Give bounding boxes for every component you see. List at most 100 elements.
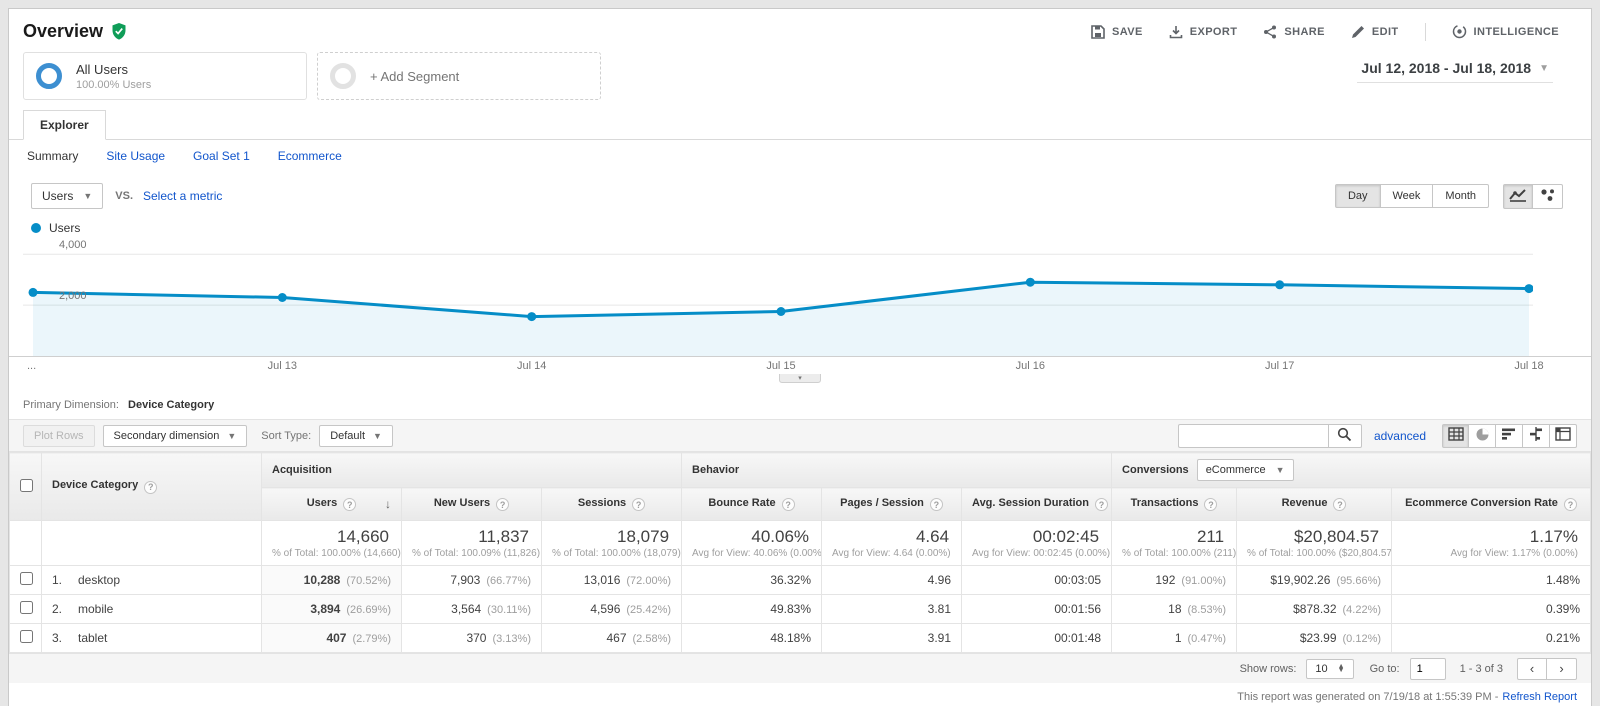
table-toolbar: Plot Rows Secondary dimension ▼ Sort Typ… — [9, 419, 1591, 452]
previous-page-button[interactable]: ‹ — [1517, 658, 1547, 680]
share-button[interactable]: SHARE — [1263, 25, 1325, 39]
totals-revenue: $20,804.57% of Total: 100.00% ($20,804.5… — [1237, 521, 1392, 566]
intelligence-button[interactable]: INTELLIGENCE — [1452, 24, 1559, 39]
segment-bar: All Users 100.00% Users + Add Segment Ju… — [9, 48, 1591, 110]
next-page-button[interactable]: › — [1547, 658, 1577, 680]
sort-type-selector[interactable]: Default ▼ — [319, 425, 393, 447]
x-axis-tick-label: Jul 13 — [252, 360, 312, 372]
totals-sessions: 18,079% of Total: 100.00% (18,079) — [542, 521, 682, 566]
help-icon[interactable] — [496, 498, 509, 511]
column-header-transactions[interactable]: Transactions — [1112, 488, 1237, 521]
header-actions: SAVE EXPORT SHARE EDIT INTELLIGENCE — [1091, 23, 1559, 41]
x-axis-tick-label: Jul 17 — [1250, 360, 1310, 372]
line-chart-view-button[interactable] — [1503, 184, 1533, 209]
help-icon[interactable] — [1204, 498, 1217, 511]
search-button[interactable] — [1328, 424, 1362, 448]
row-checkbox[interactable] — [20, 630, 33, 643]
search-icon — [1337, 427, 1352, 445]
row-checkbox[interactable] — [20, 572, 33, 585]
table-row-mobile: 2.mobile 3,894(26.69%) 3,564(30.11%) 4,5… — [10, 595, 1591, 624]
performance-view-button[interactable] — [1496, 424, 1523, 448]
x-axis-tick-label: ... — [27, 360, 57, 372]
table-group-header-row: Device Category Acquisition Behavior Con… — [10, 453, 1591, 488]
select-a-metric-link[interactable]: Select a metric — [143, 189, 222, 203]
chevron-down-icon: ▼ — [227, 431, 236, 441]
secondary-dimension-button[interactable]: Secondary dimension ▼ — [103, 425, 248, 447]
chart-plot-area[interactable]: 2,0004,000 — [23, 239, 1591, 356]
save-icon — [1091, 25, 1105, 39]
table-search: advanced — [1178, 424, 1577, 448]
chevron-down-icon: ▼ — [373, 431, 382, 441]
export-button[interactable]: EXPORT — [1169, 25, 1238, 39]
subtab-summary[interactable]: Summary — [27, 149, 78, 163]
row-checkbox[interactable] — [20, 601, 33, 614]
granularity-week-button[interactable]: Week — [1381, 184, 1434, 208]
granularity-day-button[interactable]: Day — [1335, 184, 1381, 208]
edit-button[interactable]: EDIT — [1351, 25, 1399, 39]
generated-text: This report was generated on 7/19/18 at … — [1237, 691, 1498, 703]
comparison-view-button[interactable] — [1523, 424, 1550, 448]
primary-dimension-row: Primary Dimension: Device Category — [9, 383, 1591, 419]
show-rows-selector[interactable]: 10 ▲▼ — [1306, 659, 1353, 679]
segment-donut-icon — [36, 63, 62, 89]
search-input[interactable] — [1178, 424, 1328, 448]
column-header-device-category[interactable]: Device Category — [42, 453, 262, 521]
help-icon[interactable] — [930, 498, 943, 511]
segment-subtitle: 100.00% Users — [76, 79, 151, 91]
help-icon[interactable] — [782, 498, 795, 511]
table-row-desktop: 1.desktop 10,288(70.52%) 7,903(66.77%) 1… — [10, 566, 1591, 595]
column-header-ecommerce-conversion-rate[interactable]: Ecommerce Conversion Rate — [1392, 488, 1591, 521]
table-view-toggle — [1442, 424, 1577, 448]
chevron-right-icon: › — [1559, 661, 1563, 676]
advanced-search-link[interactable]: advanced — [1374, 429, 1426, 443]
column-header-users[interactable]: Users↓ — [262, 488, 402, 521]
line-chart-icon — [1509, 188, 1527, 205]
granularity-month-button[interactable]: Month — [1433, 184, 1489, 208]
vs-label: VS. — [115, 190, 133, 202]
table-grid-icon — [1448, 427, 1464, 444]
x-axis-tick-label: Jul 16 — [1000, 360, 1060, 372]
help-icon[interactable] — [343, 498, 356, 511]
data-view-button[interactable] — [1442, 424, 1469, 448]
device-category-value: tablet — [78, 631, 107, 645]
subtab-ecommerce[interactable]: Ecommerce — [278, 149, 342, 163]
chevron-down-icon: ▼ — [1276, 465, 1285, 475]
metric-selector[interactable]: Users ▼ — [31, 183, 103, 209]
column-header-bounce-rate[interactable]: Bounce Rate — [682, 488, 822, 521]
add-segment-button[interactable]: + Add Segment — [317, 52, 601, 100]
percentage-view-button[interactable] — [1469, 424, 1496, 448]
column-header-revenue[interactable]: Revenue — [1237, 488, 1392, 521]
sort-descending-icon: ↓ — [385, 497, 391, 511]
pencil-icon — [1351, 25, 1365, 39]
date-range-selector[interactable]: Jul 12, 2018 - Jul 18, 2018 ▼ — [1357, 52, 1553, 83]
help-icon[interactable] — [632, 498, 645, 511]
table-pagination: Show rows: 10 ▲▼ Go to: 1 - 3 of 3 ‹ › — [9, 653, 1591, 683]
save-button[interactable]: SAVE — [1091, 25, 1143, 39]
primary-dimension-device-category[interactable]: Device Category — [128, 399, 214, 411]
column-header-sessions[interactable]: Sessions — [542, 488, 682, 521]
help-icon[interactable] — [1333, 498, 1346, 511]
goto-page-input[interactable] — [1410, 658, 1446, 680]
column-header-pages-session[interactable]: Pages / Session — [822, 488, 962, 521]
users-over-time-chart[interactable]: 2,0004,000 ...Jul 13Jul 14Jul 15Jul 16Ju… — [9, 239, 1591, 383]
subtab-site-usage[interactable]: Site Usage — [106, 149, 165, 163]
totals-transactions: 211% of Total: 100.00% (211) — [1112, 521, 1237, 566]
pivot-view-button[interactable] — [1550, 424, 1577, 448]
select-all-checkbox[interactable] — [20, 479, 33, 492]
chart-collapse-handle[interactable] — [779, 374, 821, 383]
help-icon[interactable] — [1564, 498, 1577, 511]
tab-explorer[interactable]: Explorer — [23, 110, 106, 140]
show-rows-label: Show rows: — [1240, 663, 1297, 675]
motion-chart-view-button[interactable] — [1533, 184, 1563, 209]
help-icon[interactable] — [1095, 498, 1108, 511]
segment-all-users[interactable]: All Users 100.00% Users — [23, 52, 307, 100]
column-header-new-users[interactable]: New Users — [402, 488, 542, 521]
report-header: Overview SAVE EXPORT SHARE EDIT — [9, 9, 1591, 48]
subtab-goal-set-1[interactable]: Goal Set 1 — [193, 149, 250, 163]
plot-rows-button[interactable]: Plot Rows — [23, 425, 95, 447]
column-header-avg-session-duration[interactable]: Avg. Session Duration — [962, 488, 1112, 521]
conversions-goal-selector[interactable]: eCommerce ▼ — [1197, 459, 1294, 481]
help-icon[interactable] — [144, 481, 157, 494]
refresh-report-link[interactable]: Refresh Report — [1502, 691, 1577, 703]
totals-ecommerce-conversion-rate: 1.17%Avg for View: 1.17% (0.00%) — [1392, 521, 1591, 566]
